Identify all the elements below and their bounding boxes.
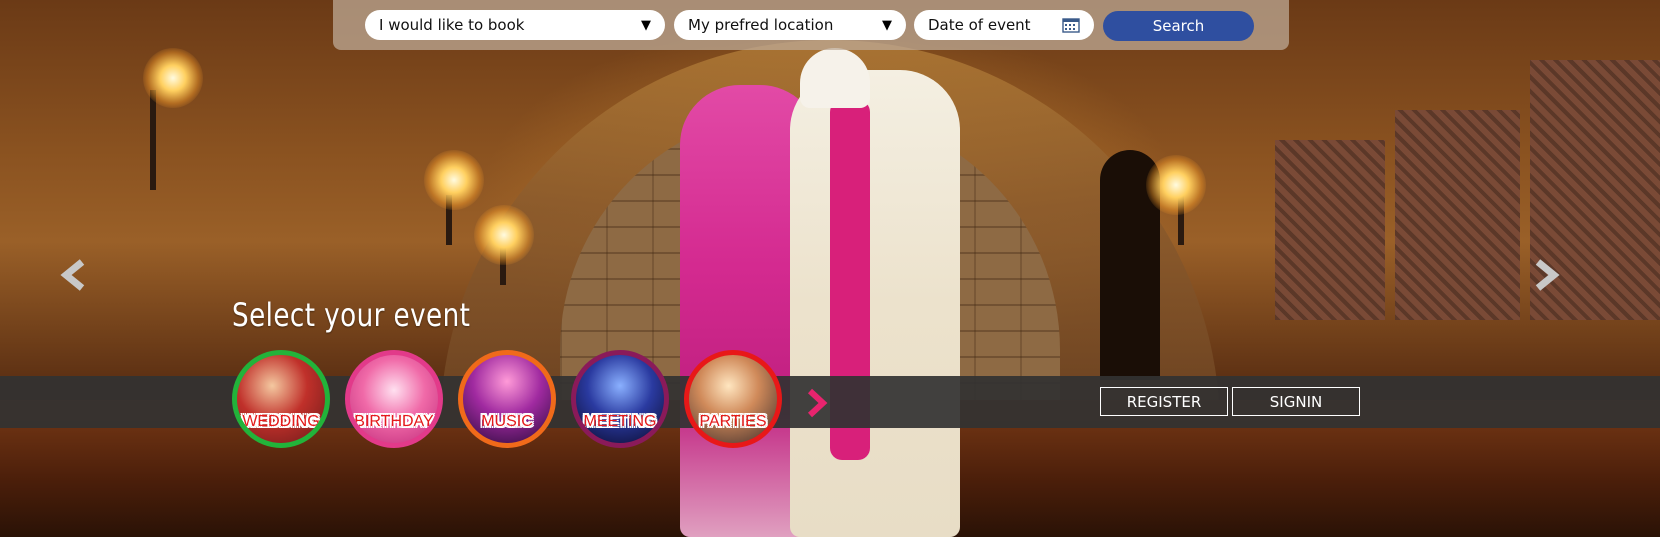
chevron-right-icon[interactable] xyxy=(805,388,829,418)
chevron-left-icon[interactable] xyxy=(58,258,88,292)
event-meeting[interactable]: MEETING xyxy=(571,350,669,448)
tapestry xyxy=(1395,110,1520,320)
register-button[interactable]: REGISTER xyxy=(1100,387,1228,416)
wall-light xyxy=(1146,155,1206,215)
date-field[interactable]: Date of event xyxy=(914,10,1094,40)
hero-banner-image xyxy=(0,0,1660,537)
event-music[interactable]: MUSIC xyxy=(458,350,556,448)
event-label: WEDDING xyxy=(242,413,320,430)
event-parties[interactable]: PARTIES xyxy=(684,350,782,448)
event-label: MEETING xyxy=(583,413,657,430)
sconce-stem xyxy=(150,90,156,190)
wall-light xyxy=(474,205,534,265)
event-birthday[interactable]: BIRTHDAY xyxy=(345,350,443,448)
select-event-heading: Select your event xyxy=(232,296,471,334)
location-select[interactable]: My prefred location ▼ xyxy=(674,10,906,40)
event-wedding[interactable]: WEDDING xyxy=(232,350,330,448)
date-placeholder: Date of event xyxy=(928,16,1031,34)
wall-light xyxy=(143,48,203,108)
search-bar: I would like to book ▼ My prefred locati… xyxy=(333,0,1289,50)
event-label: MUSIC xyxy=(481,413,533,430)
location-value: My prefred location xyxy=(688,16,834,34)
booking-type-value: I would like to book xyxy=(379,16,525,34)
chevron-right-icon[interactable] xyxy=(1532,258,1562,292)
tapestry xyxy=(1275,140,1385,320)
groom xyxy=(790,70,960,537)
signin-button[interactable]: SIGNIN xyxy=(1232,387,1360,416)
search-button[interactable]: Search xyxy=(1103,11,1254,41)
wall-light xyxy=(424,150,484,210)
dropdown-arrow-icon: ▼ xyxy=(882,17,892,33)
calendar-icon[interactable] xyxy=(1062,17,1080,33)
event-label: BIRTHDAY xyxy=(354,413,434,430)
booking-type-select[interactable]: I would like to book ▼ xyxy=(365,10,665,40)
dropdown-arrow-icon: ▼ xyxy=(641,17,651,33)
event-label: PARTIES xyxy=(699,413,767,430)
